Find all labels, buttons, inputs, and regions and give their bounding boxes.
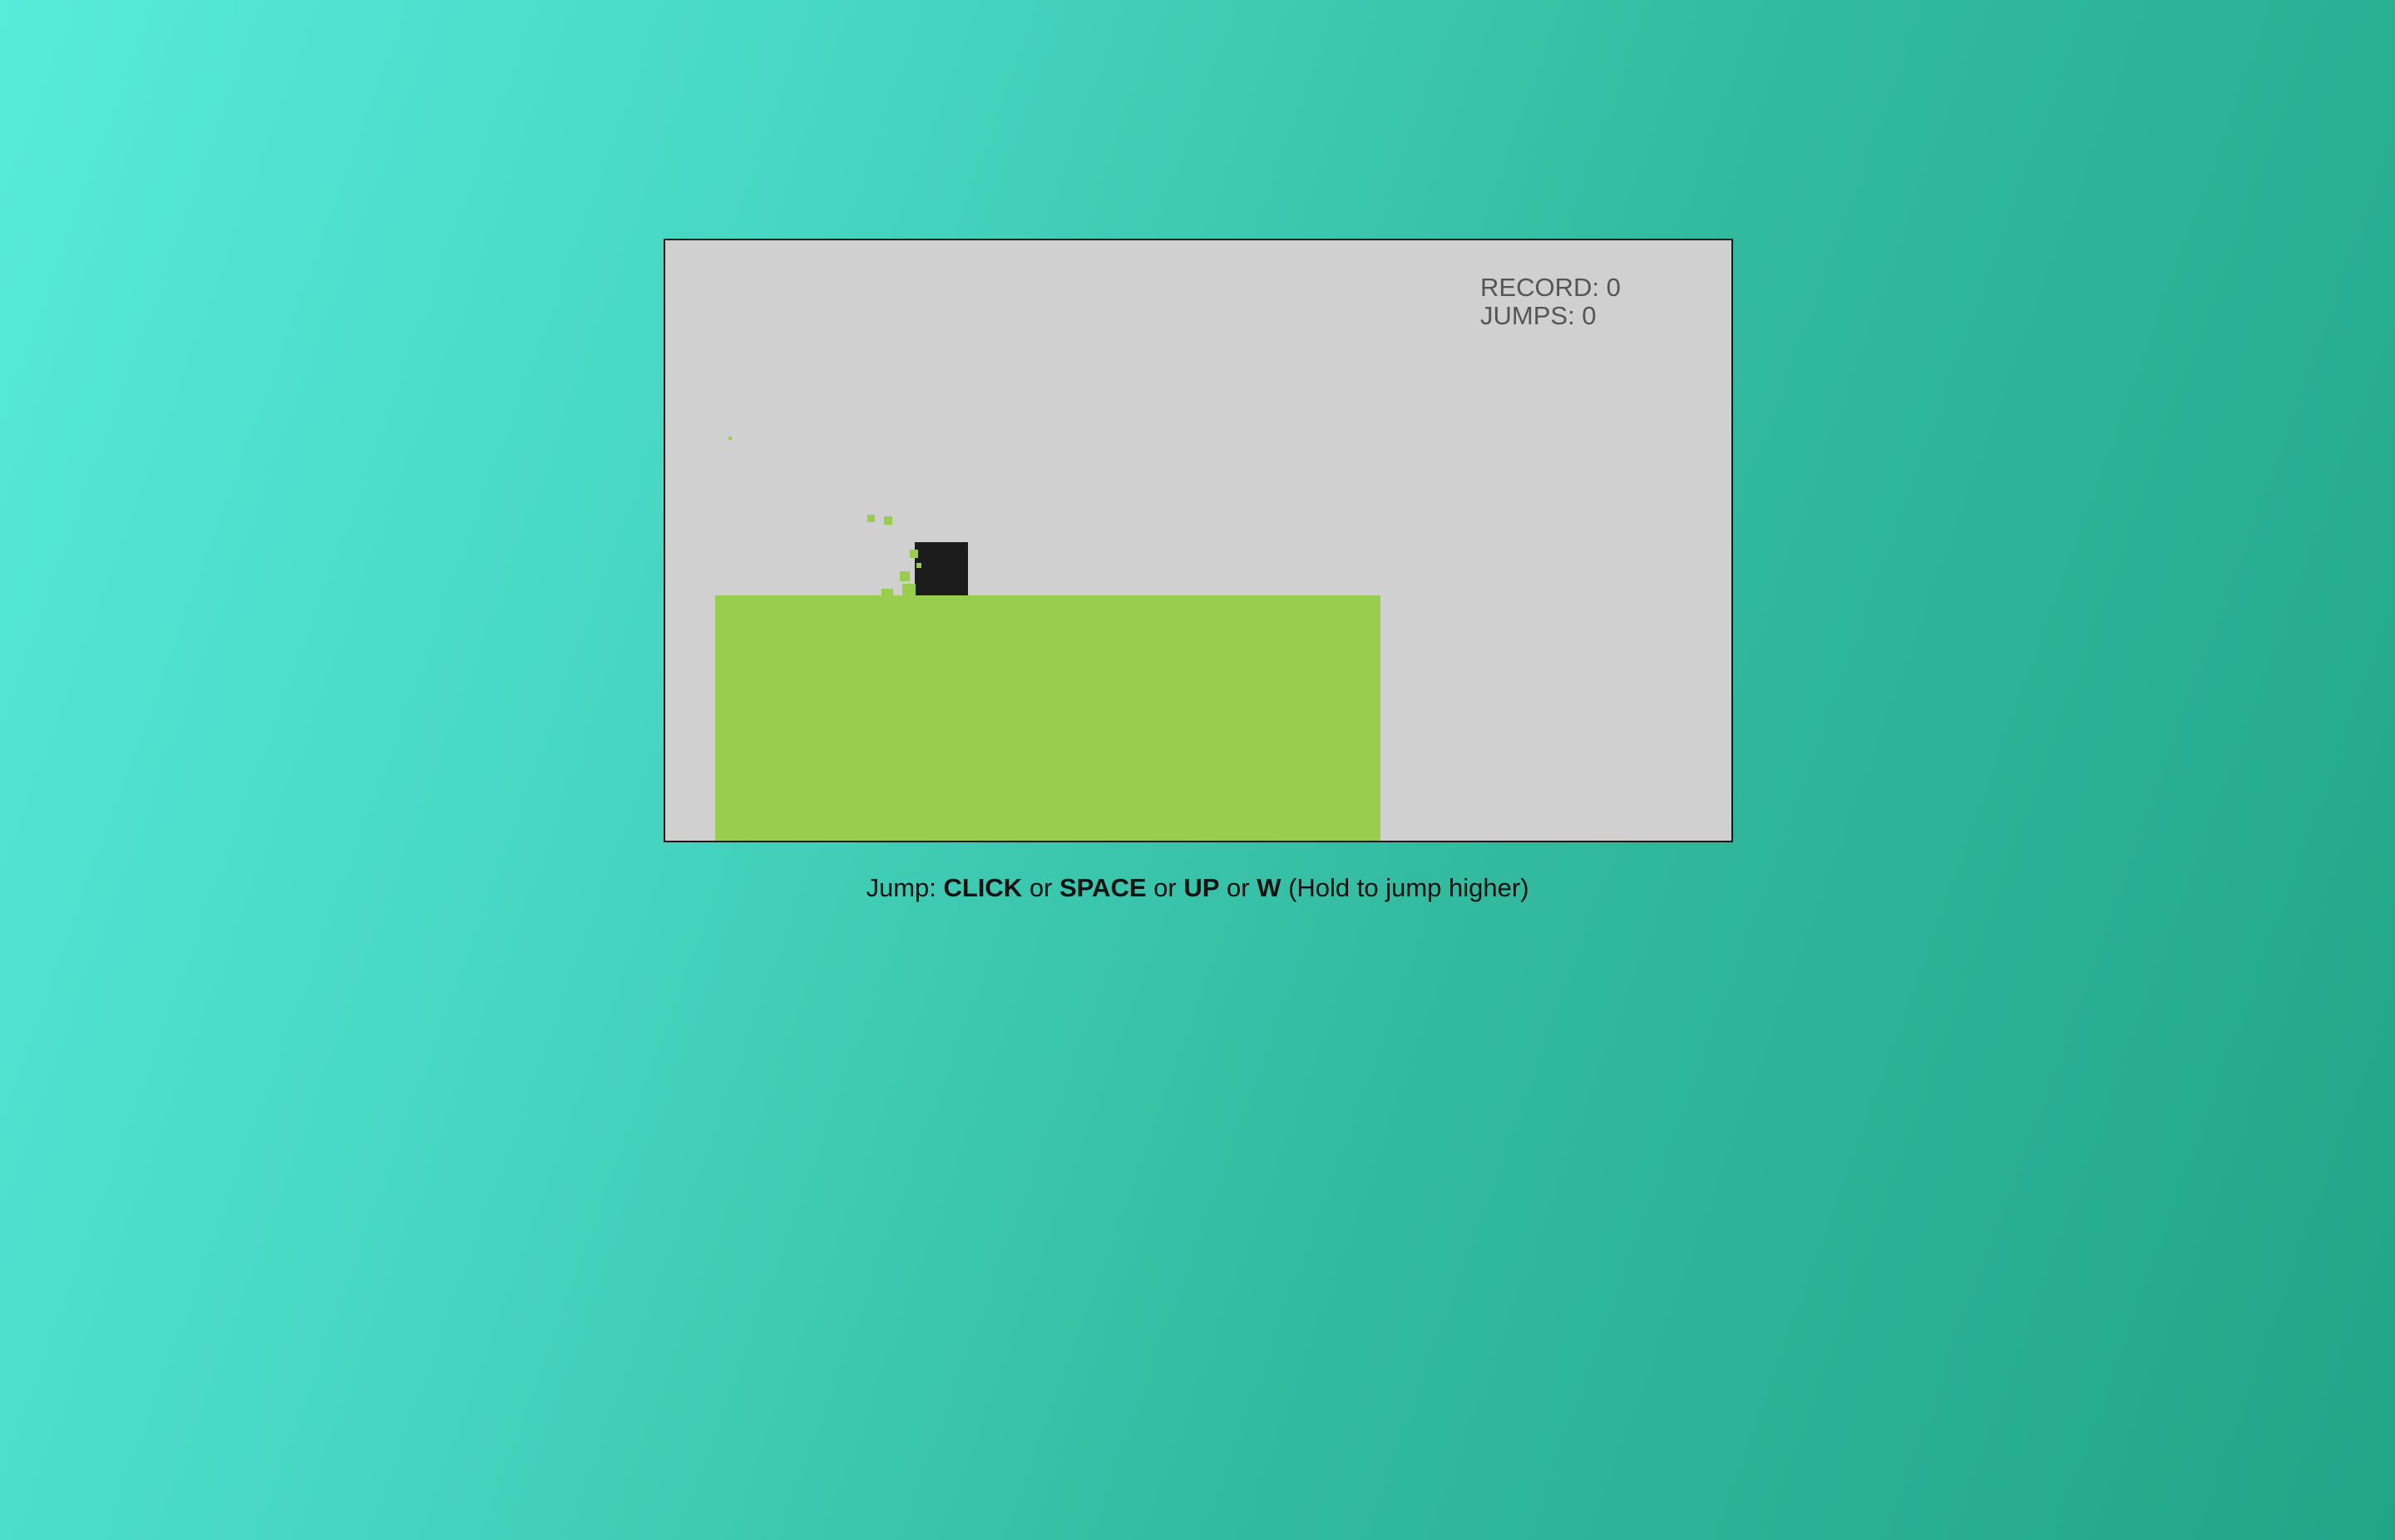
dust-particle [867, 515, 875, 522]
instructions-separator: or [1022, 873, 1059, 902]
dust-particle [881, 589, 893, 595]
dust-particle [916, 563, 921, 568]
game-canvas[interactable]: RECORD: 0 JUMPS: 0 [664, 239, 1733, 842]
jumps-counter: JUMPS: 0 [1480, 301, 1597, 330]
instructions-prefix: Jump: [866, 873, 944, 902]
ground-platform [715, 595, 1380, 841]
key-click: CLICK [943, 873, 1023, 902]
key-up: UP [1183, 873, 1220, 902]
dust-particle [902, 584, 916, 595]
key-space: SPACE [1059, 873, 1147, 902]
key-w: W [1257, 873, 1281, 902]
dust-particle [900, 571, 910, 581]
score-display: RECORD: 0 JUMPS: 0 [1480, 274, 1621, 330]
instructions-separator: or [1219, 873, 1257, 902]
controls-instructions: Jump: CLICK or SPACE or UP or W (Hold to… [0, 873, 2395, 903]
dust-particle [728, 437, 732, 440]
instructions-separator: or [1146, 873, 1184, 902]
record-counter: RECORD: 0 [1480, 273, 1621, 302]
player-block [915, 542, 968, 595]
dust-particle [884, 516, 892, 525]
instructions-suffix: (Hold to jump higher) [1281, 873, 1529, 902]
dust-particle [910, 550, 918, 558]
